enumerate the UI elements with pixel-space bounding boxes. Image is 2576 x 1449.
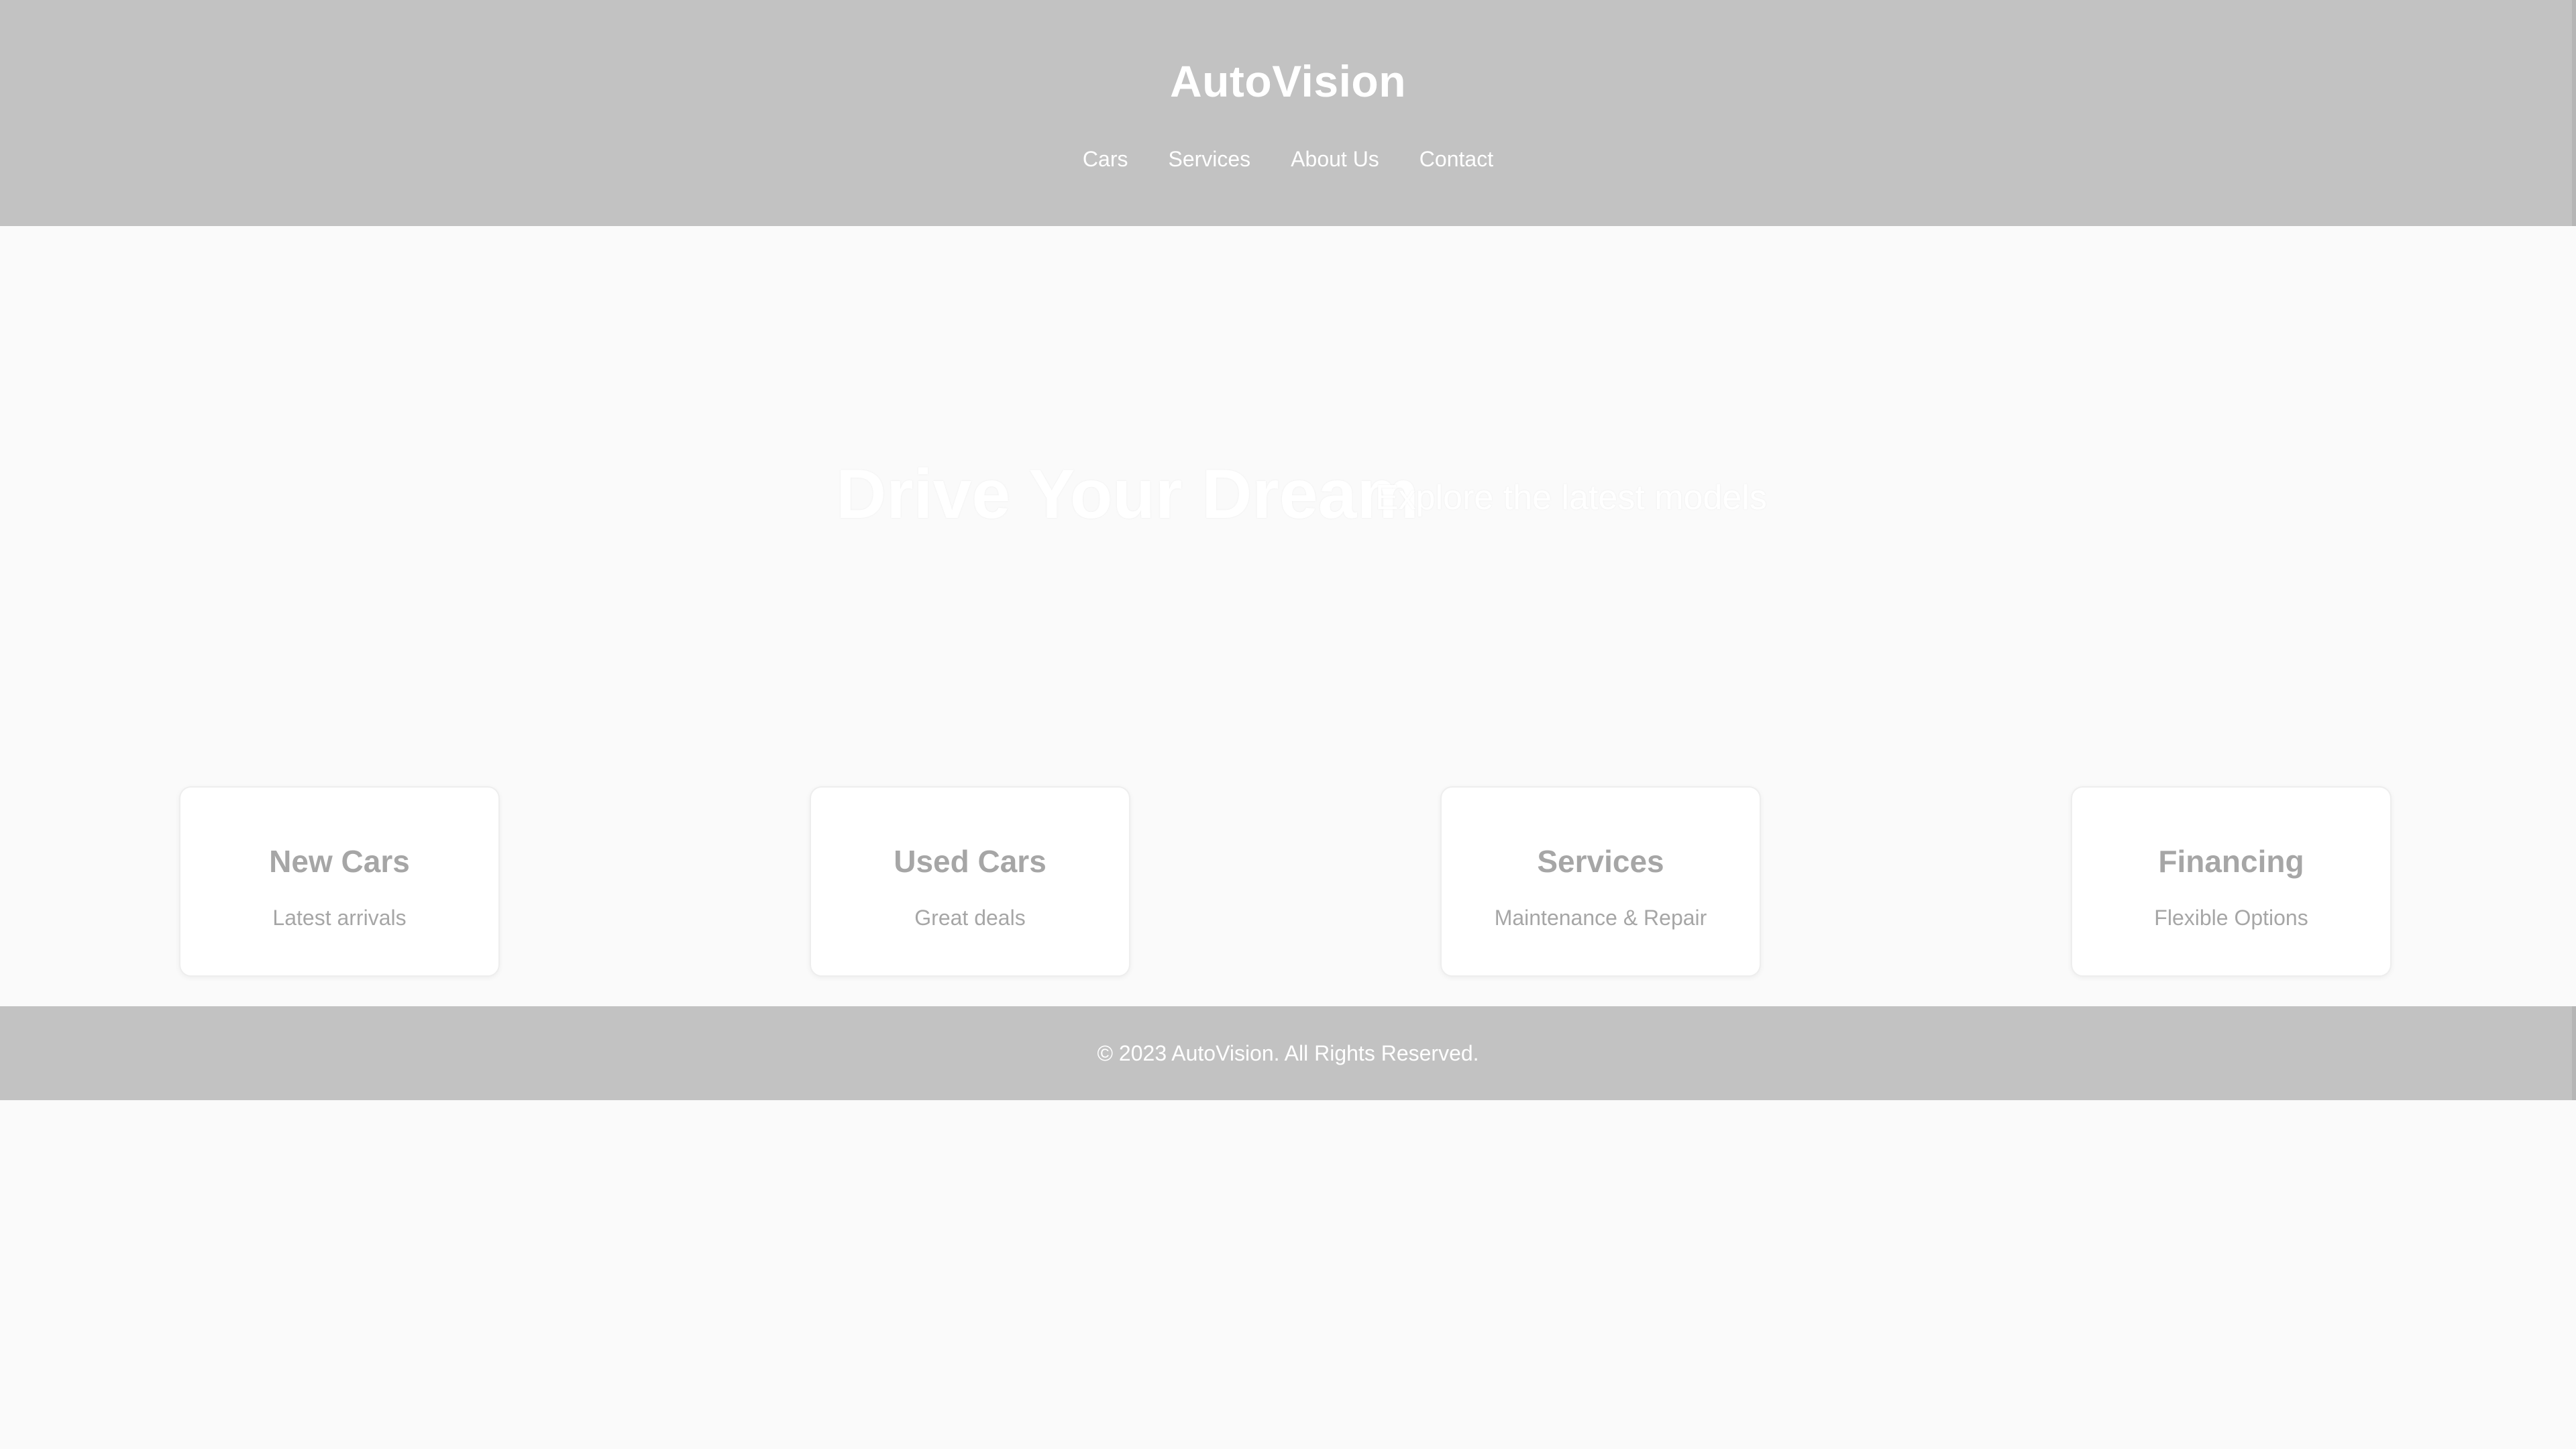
main-nav: Cars Services About Us Contact	[0, 144, 2576, 174]
nav-link-cars[interactable]: Cars	[1083, 144, 1128, 174]
card-new-cars[interactable]: New Cars Latest arrivals	[179, 786, 500, 977]
category-cards: New Cars Latest arrivals Used Cars Great…	[0, 786, 2576, 978]
card-description: Great deals	[914, 906, 1026, 930]
card-title: Used Cars	[894, 844, 1046, 879]
card-description: Latest arrivals	[272, 906, 407, 930]
nav-link-about-us[interactable]: About Us	[1291, 144, 1379, 174]
card-title: Services	[1537, 844, 1664, 879]
card-description: Flexible Options	[2154, 906, 2308, 930]
nav-link-contact[interactable]: Contact	[1419, 144, 1493, 174]
card-services[interactable]: Services Maintenance & Repair	[1440, 786, 1761, 977]
card-financing[interactable]: Financing Flexible Options	[2071, 786, 2392, 977]
hero-title: Drive Your Dream	[836, 455, 1419, 533]
card-title: New Cars	[269, 844, 410, 879]
brand-logo[interactable]: AutoVision	[0, 52, 2576, 110]
scrollbar-edge	[2572, 0, 2576, 226]
site-header: AutoVision Cars Services About Us Contac…	[0, 0, 2576, 226]
scrollbar-edge	[2572, 1006, 2576, 1100]
card-used-cars[interactable]: Used Cars Great deals	[810, 786, 1130, 977]
hero-section: Drive Your Dream Explore the latest mode…	[0, 226, 2576, 776]
page: AutoVision Cars Services About Us Contac…	[0, 0, 2576, 1449]
card-title: Financing	[2158, 844, 2304, 879]
site-footer: © 2023 AutoVision. All Rights Reserved.	[0, 1006, 2576, 1100]
hero-subtitle: Explore the latest models	[1375, 478, 1767, 517]
nav-link-services[interactable]: Services	[1168, 144, 1250, 174]
card-description: Maintenance & Repair	[1494, 906, 1707, 930]
footer-copyright: © 2023 AutoVision. All Rights Reserved.	[1097, 1041, 1479, 1065]
